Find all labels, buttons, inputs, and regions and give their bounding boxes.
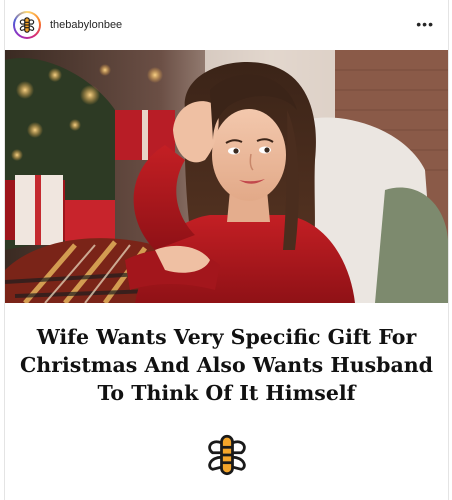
babylon-bee-logo-icon [15,13,39,37]
headline-line: To Think Of It Himself [97,381,356,405]
post-header: thebabylonbee ••• [5,0,448,50]
post-username[interactable]: thebabylonbee [50,18,122,32]
profile-avatar[interactable] [13,11,41,39]
headline-line: Christmas And Also Wants Husband [19,353,434,377]
instagram-post: thebabylonbee ••• Wife Wants Very Specif… [4,0,449,500]
headline-line: Wife Wants Very Specific Gift For [36,325,417,349]
more-options-icon[interactable]: ••• [416,14,434,34]
babylon-bee-logo-icon [205,433,249,477]
headline: Wife Wants Very Specific Gift For Christ… [17,323,436,407]
post-photo[interactable] [5,50,448,303]
headline-card: Wife Wants Very Specific Gift For Christ… [5,303,448,500]
